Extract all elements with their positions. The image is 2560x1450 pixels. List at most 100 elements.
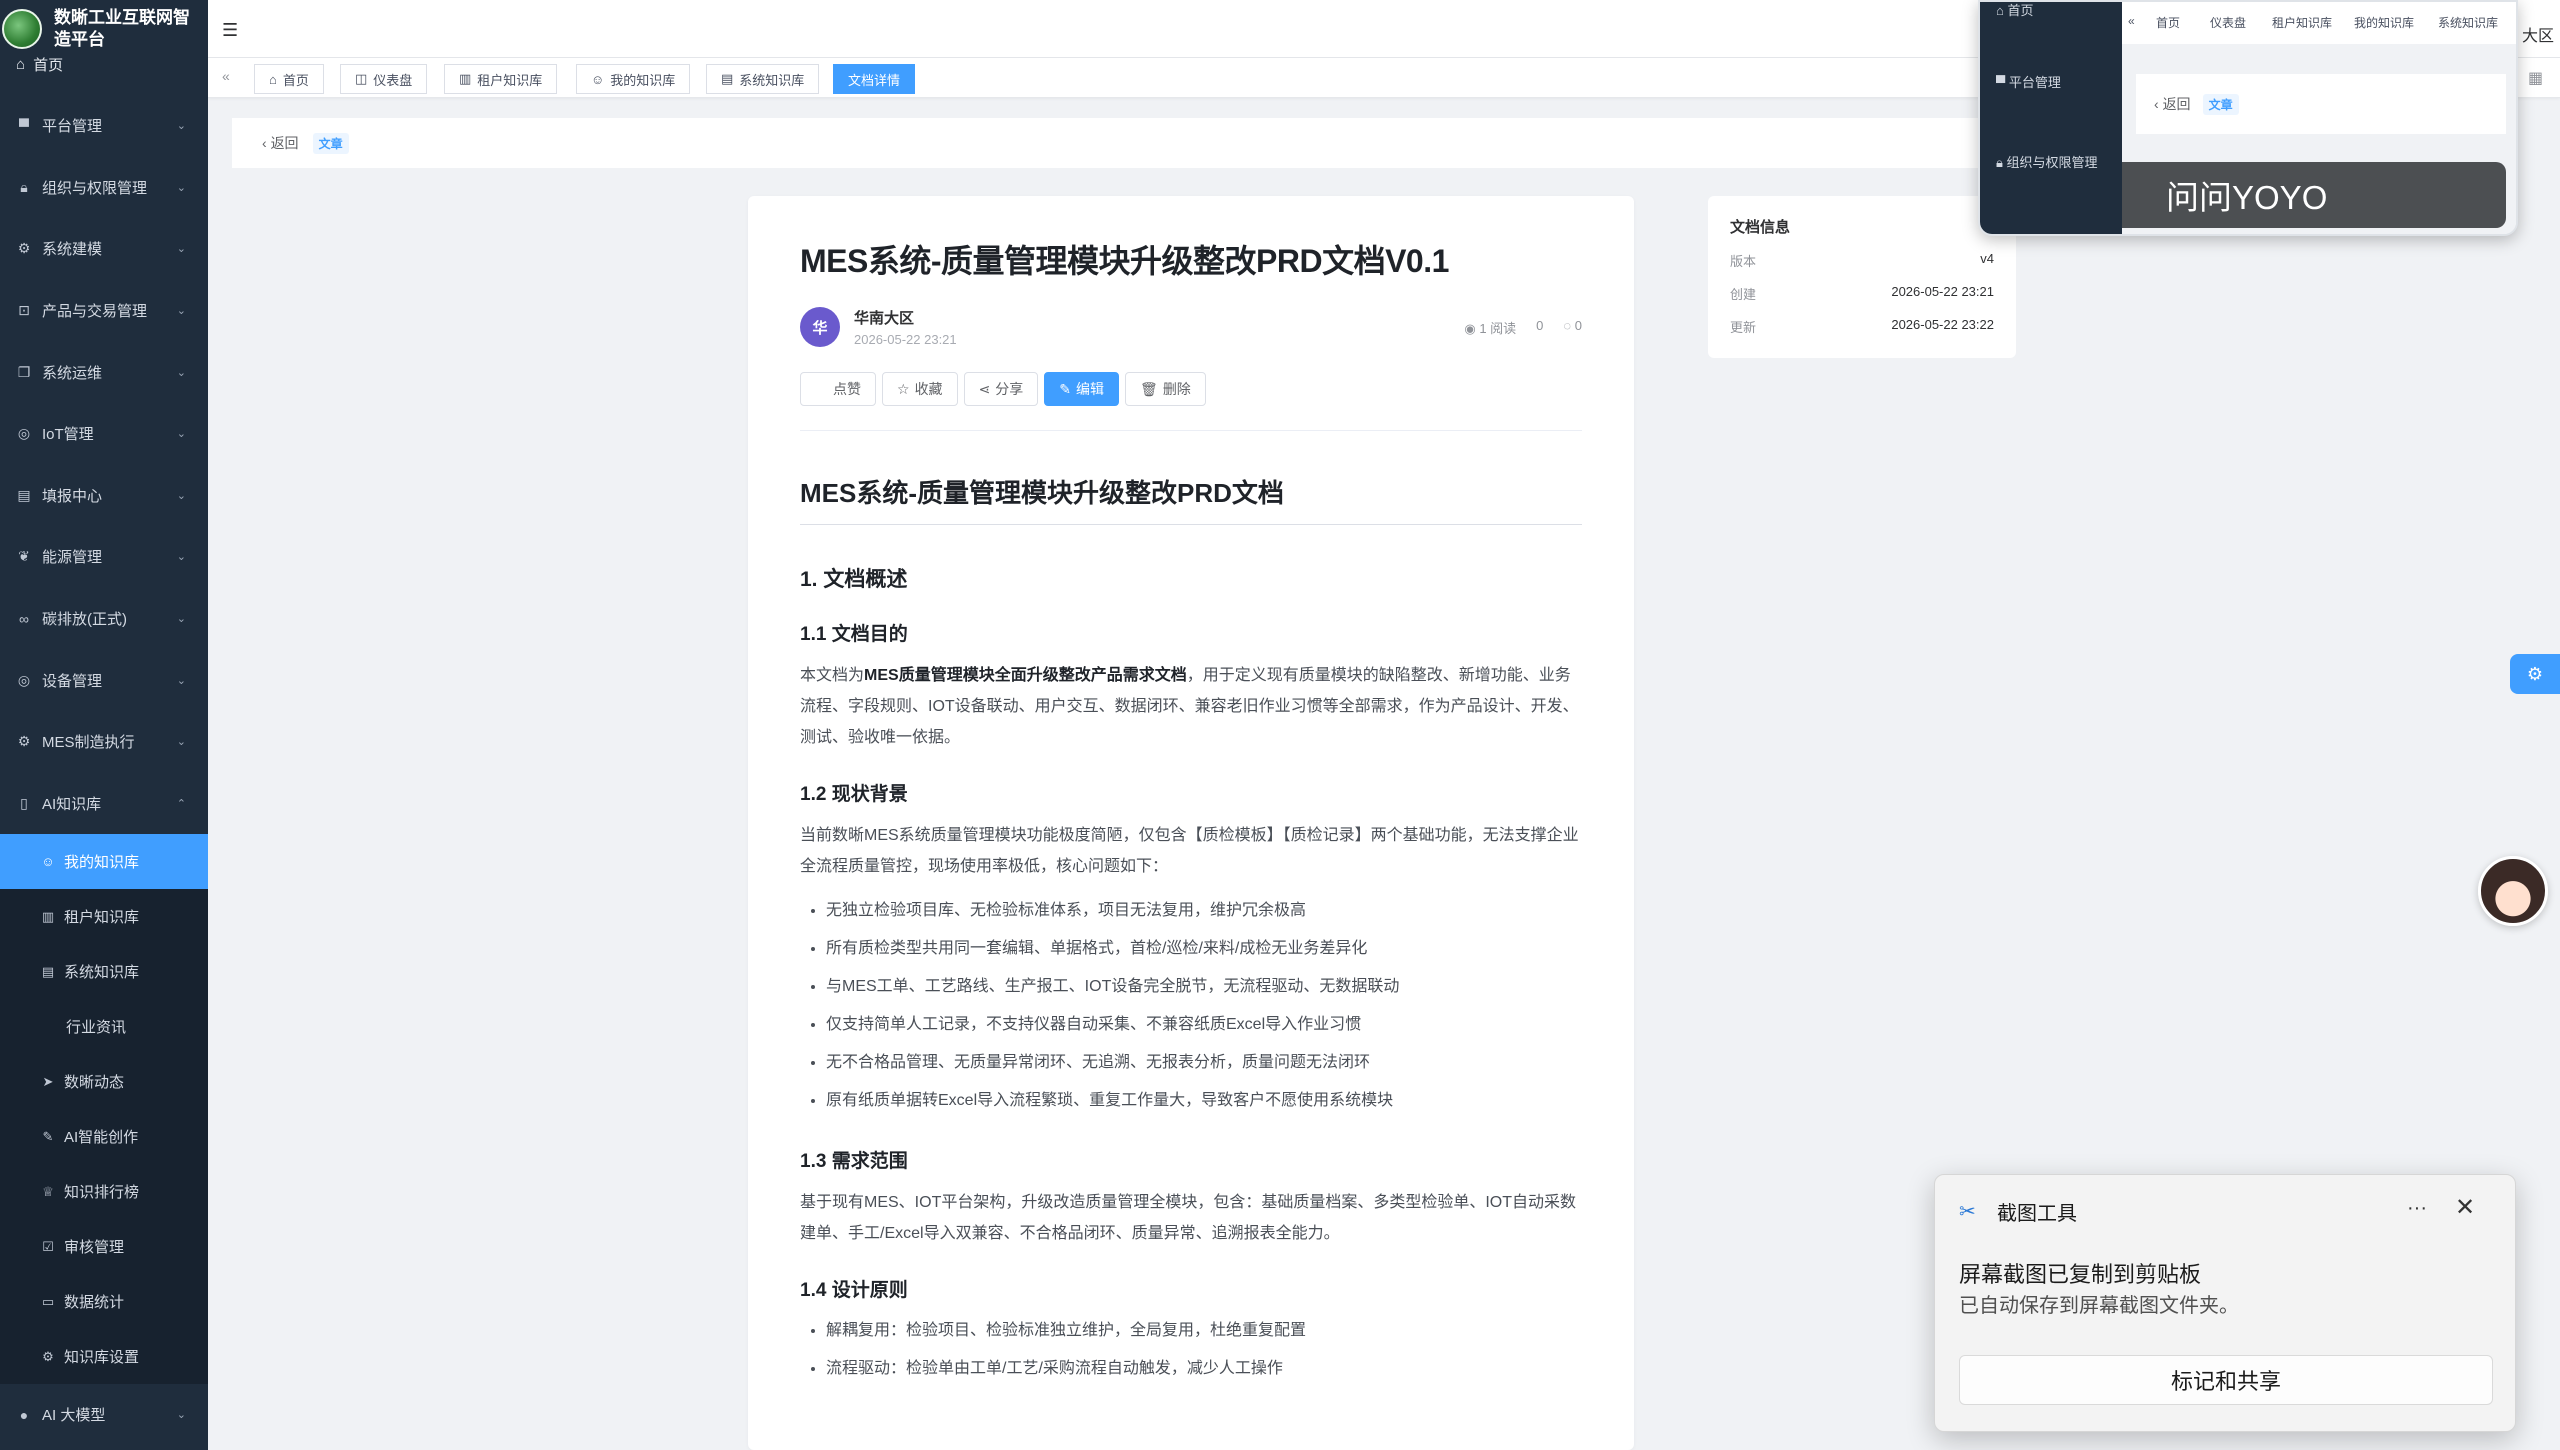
list-item: 所有质检类型共用同一套编辑、单据格式，首检/巡检/来料/成检无业务差异化 xyxy=(826,930,1582,968)
subsection-heading: 1.3 需求范围 xyxy=(800,1151,908,1172)
subsection-heading: 1.1 文档目的 xyxy=(800,624,908,645)
chevron-down-icon: ⌄ xyxy=(176,305,186,318)
hamburger-icon[interactable]: ☰ xyxy=(222,20,238,41)
author-meta: 华 华南大区 2026-05-22 23:21 ◉ 1 阅读 0 ◌ 0 xyxy=(800,306,1582,348)
sidebar-item-report[interactable]: ▤ 填报中心 ⌄ xyxy=(0,465,208,527)
audit-icon: ☑ xyxy=(42,1238,54,1254)
gear-icon: ⚙ xyxy=(17,733,31,750)
overlay-tabs: « 首页 仪表盘 租户知识库 我的知识库 系统知识库 xyxy=(2122,2,2516,44)
favorite-button[interactable]: ☆ 收藏 xyxy=(882,372,958,406)
user-icon: ☺ xyxy=(41,854,55,870)
grid-icon[interactable]: ▦ xyxy=(2528,68,2543,88)
brand-title: 数晰工业互联网智造平台 xyxy=(54,8,190,49)
chevron-down-icon: ⌄ xyxy=(176,736,186,749)
sidebar-item-stats[interactable]: ▭ 数据统计 xyxy=(0,1274,208,1330)
building-icon: ▥ xyxy=(459,71,472,86)
device-icon: ◎ xyxy=(17,671,31,688)
sidebar-item-carbon[interactable]: ∞ 碳排放(正式) ⌄ xyxy=(0,588,208,650)
tab-doc-detail[interactable]: 文档详情 xyxy=(833,64,916,94)
sidebar-item-iot[interactable]: ◎ IoT管理 ⌄ xyxy=(0,403,208,465)
list-item: 无不合格品管理、无质量异常闭环、无追溯、无报表分析，质量问题无法闭环 xyxy=(826,1044,1582,1082)
sidebar-item-ai-model[interactable]: ● AI 大模型 ⌄ xyxy=(0,1384,208,1446)
monitor-icon: ▀ xyxy=(19,117,29,134)
assistant-avatar[interactable] xyxy=(2478,856,2548,926)
sidebar-item-my-kb[interactable]: ☺ 我的知识库 xyxy=(0,834,208,890)
sidebar-item-ops[interactable]: ❐ 系统运维 ⌄ xyxy=(0,341,208,403)
overlay-sidebar: ⌂ 首页 ▀ 平台管理 🔒︎ 组织与权限管理 xyxy=(1980,2,2122,234)
avatar: 华 xyxy=(800,307,840,347)
edit-button[interactable]: ✎ 编辑 xyxy=(1044,372,1120,406)
dashboard-icon: ◫ xyxy=(355,71,368,86)
share-button[interactable]: ⋖ 分享 xyxy=(963,372,1039,406)
comment-icon: ◌ xyxy=(1563,318,1572,333)
chevron-down-icon: ⌄ xyxy=(176,181,186,194)
overlay-platform: ▀ 平台管理 xyxy=(1996,75,2061,90)
document-card: MES系统-质量管理模块升级整改PRD文档V0.1 华 华南大区 2026-05… xyxy=(748,196,1634,1450)
subsection-heading: 1.4 设计原则 xyxy=(800,1280,908,1301)
region-label[interactable]: 大区 xyxy=(2522,22,2554,46)
bike-icon: ∞ xyxy=(19,610,29,627)
sidebar-item-news[interactable]: ➤ 数晰动态 xyxy=(0,1054,208,1110)
tab-tenant-kb[interactable]: ▥ 租户知识库 xyxy=(444,64,558,94)
gear-icon: ⚙ xyxy=(17,240,31,257)
info-row-updated: 更新 2026-05-22 23:22 xyxy=(1730,317,1994,335)
sidebar-item-platform[interactable]: ▀ 平台管理 ⌄ xyxy=(0,95,208,157)
user-icon: ☺ xyxy=(591,71,605,87)
sidebar-item-product[interactable]: ⊡ 产品与交易管理 ⌄ xyxy=(0,280,208,342)
brand-logo xyxy=(2,9,42,49)
toast-message: 屏幕截图已复制到剪贴板 xyxy=(1959,1262,2202,1287)
sidebar-item-modeling[interactable]: ⚙ 系统建模 ⌄ xyxy=(0,218,208,280)
tab-dashboard[interactable]: ◫ 仪表盘 xyxy=(340,64,428,94)
bullet-list: 解耦复用：检验项目、检验标准独立维护，全局复用，杜绝重复配置 流程驱动：检验单由… xyxy=(800,1312,1582,1388)
sidebar-item-home[interactable]: ⌂ 首页 xyxy=(16,54,63,75)
apple-icon: ● xyxy=(19,1406,29,1423)
settings-float-button[interactable]: ⚙ xyxy=(2510,654,2560,694)
more-icon[interactable]: ··· xyxy=(2407,1197,2427,1220)
sidebar-item-audit[interactable]: ☑ 审核管理 xyxy=(0,1219,208,1275)
sidebar: 数晰工业互联网智造平台 ⌂ 首页 ▀ 平台管理 ⌄ 🔒︎ 组织与权限管理 ⌄ ⚙ 系统建模… xyxy=(0,0,208,1450)
tab-home[interactable]: ⌂ 首页 xyxy=(254,64,324,94)
chevron-down-icon: ⌄ xyxy=(176,489,186,502)
sidebar-menu: ▀ 平台管理 ⌄ 🔒︎ 组织与权限管理 ⌄ ⚙ 系统建模 ⌄ ⊡ 产品与交易管理 ⌄ ❐ 系统运维… xyxy=(0,95,208,1446)
content-heading: MES系统-质量管理模块升级整改PRD文档 xyxy=(800,473,1582,525)
close-icon[interactable]: ✕ xyxy=(2455,1193,2475,1222)
list-item: 流程驱动：检验单由工单/工艺/采购流程自动触发，减少人工操作 xyxy=(826,1350,1582,1388)
sidebar-item-mes[interactable]: ⚙ MES制造执行 ⌄ xyxy=(0,711,208,773)
info-row-version: 版本 v4 xyxy=(1730,251,1994,269)
tab-my-kb[interactable]: ☺ 我的知识库 xyxy=(576,64,691,94)
section-heading: 1. 文档概述 xyxy=(800,568,908,591)
sidebar-item-kb-settings[interactable]: ⚙ 知识库设置 xyxy=(0,1329,208,1385)
document-title: MES系统-质量管理模块升级整改PRD文档V0.1 xyxy=(800,243,1449,279)
sidebar-item-ai-kb[interactable]: ▯ AI知识库 ⌃ xyxy=(0,773,208,835)
list-item: 原有纸质单据转Excel导入流程繁琐、重复工作量大，导致客户不愿使用系统模块 xyxy=(826,1082,1582,1120)
delete-button[interactable]: 🗑︎ 删除 xyxy=(1125,372,1206,406)
sidebar-item-tenant-kb[interactable]: ▥ 租户知识库 xyxy=(0,889,208,945)
back-button[interactable]: ‹ 返回 xyxy=(262,133,299,153)
chevron-down-icon: ⌄ xyxy=(176,613,186,626)
sidebar-item-energy[interactable]: ❦ 能源管理 ⌄ xyxy=(0,526,208,588)
like-button[interactable]: 点赞 xyxy=(800,372,876,406)
chevron-down-icon: ⌄ xyxy=(176,1409,186,1422)
tab-system-kb[interactable]: ▤ 系统知识库 xyxy=(706,64,820,94)
ask-yoyo-bubble[interactable]: 问问YOYO xyxy=(2122,162,2506,228)
double-chevron-left-icon: « xyxy=(2128,14,2135,28)
sidebar-item-org[interactable]: 🔒︎ 组织与权限管理 ⌄ xyxy=(0,157,208,219)
bullet-list: 无独立检验项目库、无检验标准体系，项目无法复用，维护冗余极高 所有质检类型共用同… xyxy=(800,892,1582,1120)
markup-share-button[interactable]: 标记和共享 xyxy=(1959,1355,2493,1405)
info-title: 文档信息 xyxy=(1730,219,1791,236)
sidebar-item-ranking[interactable]: ♕ 知识排行榜 xyxy=(0,1164,208,1220)
sidebar-item-device[interactable]: ◎ 设备管理 ⌄ xyxy=(0,649,208,711)
home-icon: ⌂ xyxy=(269,71,277,87)
home-icon: ⌂ xyxy=(16,56,26,73)
snipping-tool-toast: ✂ 截图工具 ··· ✕ 屏幕截图已复制到剪贴板 已自动保存到屏幕截图文件夹。 … xyxy=(1934,1174,2516,1432)
author-name: 华南大区 xyxy=(854,310,915,327)
sidebar-item-system-kb[interactable]: ▤ 系统知识库 xyxy=(0,944,208,1000)
sidebar-item-industry-news[interactable]: 行业资讯 xyxy=(0,999,208,1055)
sidebar-item-ai-writing[interactable]: ✎ AI智能创作 xyxy=(0,1109,208,1165)
chevron-down-icon: ⌄ xyxy=(176,551,186,564)
trash-icon: 🗑︎ xyxy=(1140,380,1158,397)
chevron-down-icon: ⌄ xyxy=(176,674,186,687)
info-row-created: 创建 2026-05-22 23:21 xyxy=(1730,284,1994,302)
double-chevron-left-icon[interactable]: « xyxy=(222,68,230,84)
assistant-preview-overlay[interactable]: ⌂ 首页 ▀ 平台管理 🔒︎ 组织与权限管理 « 首页 仪表盘 租户知识库 我的… xyxy=(1978,0,2518,236)
